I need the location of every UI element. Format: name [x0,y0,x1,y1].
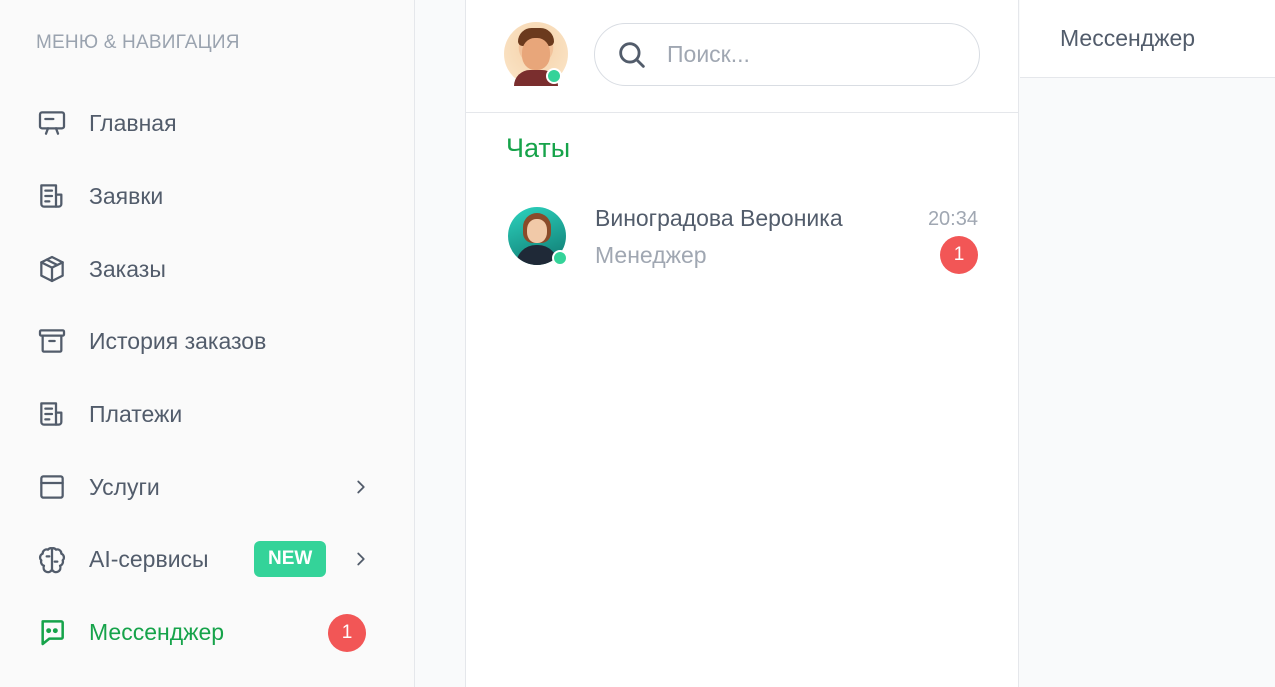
sidebar-item-requests[interactable]: Заявки [36,174,376,218]
sidebar-item-payments[interactable]: Платежи [36,392,376,436]
document-icon [36,180,68,212]
sidebar-item-home[interactable]: Главная [36,101,376,145]
sidebar-item-label: Мессенджер [89,618,225,645]
search-field[interactable] [594,23,980,86]
archive-icon [36,325,68,357]
window-icon [36,471,68,503]
presentation-icon [36,107,68,139]
search-input[interactable] [667,41,947,68]
conversation-panel: Мессенджер [1020,0,1275,687]
sidebar-item-label: Заказы [89,255,166,282]
sidebar-item-order-history[interactable]: История заказов [36,319,376,363]
sidebar-item-label: Главная [89,109,177,136]
chats-section-title: Чаты [506,133,571,163]
sidebar: МЕНЮ & НАВИГАЦИЯ Главная Заявки Заказы И… [0,0,415,687]
sidebar-item-messenger[interactable]: Мессенджер 1 [36,610,376,654]
receipt-icon [36,398,68,430]
message-time: 20:34 [927,208,978,230]
chat-list-item[interactable]: Виноградова Вероника Менеджер 20:34 1 [466,190,1018,280]
avatar-face [522,38,550,70]
conversation-title: Мессенджер [1020,0,1275,78]
user-avatar[interactable] [504,22,568,86]
unread-count-badge: 1 [328,614,366,652]
contact-role: Менеджер [595,242,707,268]
sidebar-item-label: AI-сервисы [89,545,209,572]
avatar-face [527,219,547,243]
new-badge: NEW [254,541,327,577]
chevron-right-icon[interactable] [350,476,372,498]
online-status-dot [546,68,562,84]
sidebar-item-ai-services[interactable]: AI-сервисы NEW [36,537,376,581]
sidebar-item-label: Услуги [89,473,160,500]
chat-list-header [466,0,1018,113]
search-icon [619,41,645,68]
brain-icon [36,543,68,575]
sidebar-item-label: Заявки [89,182,164,209]
unread-count-badge: 1 [940,236,978,274]
chevron-right-icon[interactable] [350,548,372,570]
sidebar-item-services[interactable]: Услуги [36,465,376,509]
sidebar-item-label: Платежи [89,400,183,427]
sidebar-item-label: История заказов [89,327,267,354]
chat-list-panel: Чаты Виноградова Вероника Менеджер 20:34… [465,0,1019,687]
contact-name: Виноградова Вероника [595,205,843,231]
online-status-dot [552,250,568,266]
box-icon [36,253,68,285]
sidebar-heading: МЕНЮ & НАВИГАЦИЯ [36,32,240,53]
chat-icon [36,616,68,648]
sidebar-item-orders[interactable]: Заказы [36,247,376,291]
